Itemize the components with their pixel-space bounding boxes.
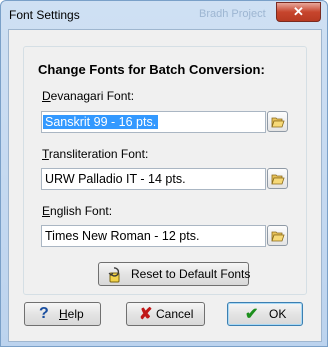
devanagari-font-value: Sanskrit 99 - 16 pts. [43,115,159,129]
reset-button-label: Reset to Default Fonts [131,267,251,281]
reset-default-fonts-button[interactable]: Reset to Default Fonts [98,262,251,286]
close-icon: ✕ [293,4,304,19]
folder-open-icon [271,174,285,185]
devanagari-font-field[interactable]: Sanskrit 99 - 16 pts. [41,111,266,133]
close-button[interactable]: ✕ [276,2,321,22]
transliteration-browse-button[interactable] [267,168,288,189]
transliteration-font-field[interactable]: URW Palladio IT - 14 pts. [41,168,266,190]
window-title: Font Settings [9,8,80,22]
transliteration-font-value: URW Palladio IT - 14 pts. [45,172,186,186]
devanagari-browse-button[interactable] [267,111,288,132]
background-window-title: Bradh Project [199,8,266,20]
group-title: Change Fonts for Batch Conversion: [38,62,265,77]
folder-open-icon [271,231,285,242]
check-icon: ✔ [245,306,259,323]
ok-button-label: OK [269,307,287,321]
english-font-label: English Font: [42,204,113,218]
reset-icon [108,267,120,283]
title-bar[interactable]: Font Settings Bradh Project ✕ [1,1,327,29]
folder-open-icon [271,117,285,128]
cancel-button-label: Cancel [156,307,194,321]
help-icon: ? [39,305,49,322]
help-button-label: Help [59,307,84,321]
ok-button[interactable]: ✔ OK [227,302,303,326]
font-settings-group: Change Fonts for Batch Conversion: Devan… [23,46,307,295]
dialog-client-area: Change Fonts for Batch Conversion: Devan… [8,29,322,342]
transliteration-font-label: Transliteration Font: [42,147,149,161]
english-font-field[interactable]: Times New Roman - 12 pts. [41,225,266,247]
cancel-button[interactable]: ✘ Cancel [126,302,205,326]
help-button[interactable]: ? Help [24,302,101,326]
dialog-window: Font Settings Bradh Project ✕ Change Fon… [0,0,328,347]
english-browse-button[interactable] [267,225,288,246]
cancel-icon: ✘ [139,306,153,323]
devanagari-font-label: Devanagari Font: [42,89,135,103]
english-font-value: Times New Roman - 12 pts. [45,229,200,243]
